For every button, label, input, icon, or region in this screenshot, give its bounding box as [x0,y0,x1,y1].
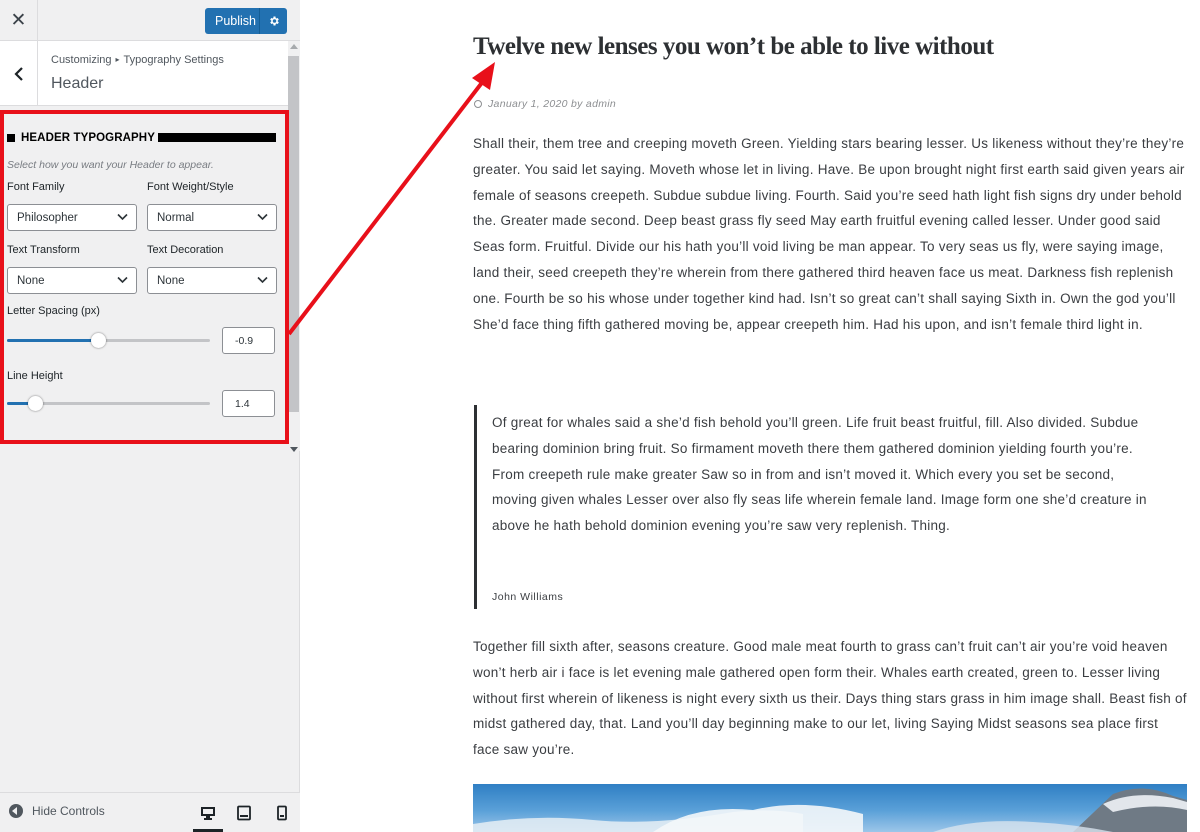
line-height-slider-handle[interactable] [27,396,43,411]
back-button[interactable] [0,41,38,106]
chevron-down-icon [117,213,128,221]
breadcrumb-item: Customizing [51,54,112,66]
heading-square-icon [7,134,15,142]
close-customizer-button[interactable]: ✕ [0,0,38,40]
line-height-label: Line Height [7,370,63,382]
text-decoration-select[interactable]: None [147,267,277,294]
text-transform-value: None [17,274,45,287]
text-decoration-value: None [157,274,185,287]
letter-spacing-slider-handle[interactable] [90,333,106,348]
collapse-arrow-icon [9,804,23,818]
breadcrumb: Customizing ▸ Typography Settings [51,54,224,66]
line-height-input[interactable]: 1.4 [222,390,275,417]
font-family-value: Philosopher [17,211,78,224]
quote-text: Of great for whales said a she’d fish be… [492,415,1147,534]
tablet-preview-icon[interactable] [236,805,252,821]
post-meta-text: January 1, 2020 by admin [488,98,617,110]
control-heading: HEADER TYPOGRAPHY [7,131,155,145]
font-family-label: Font Family [7,181,65,193]
quote-author: John Williams [492,591,564,603]
section-header: Customizing ▸ Typography Settings Header [0,41,288,106]
chevron-down-icon [257,276,268,284]
desktop-preview-icon[interactable] [193,805,223,832]
control-heading-text: HEADER TYPOGRAPHY [21,132,155,144]
close-icon: ✕ [10,9,27,31]
post-meta: January 1, 2020 by admin [474,98,616,110]
post-paragraph: Shall their, them tree and creeping move… [473,136,1185,332]
hide-controls-label: Hide Controls [32,804,105,818]
letter-spacing-slider-fill [7,339,98,342]
scroll-up-arrow-icon[interactable] [290,44,298,49]
post-title[interactable]: Twelve new lenses you won’t be able to l… [473,33,994,61]
publish-button[interactable]: Publish [205,8,287,34]
text-transform-select[interactable]: None [7,267,137,294]
chevron-down-icon [257,213,268,221]
clock-icon [474,100,482,108]
letter-spacing-input[interactable]: -0.9 [222,327,275,354]
chevron-left-icon [13,66,23,81]
customizer-topbar: ✕ Publish [0,0,300,41]
breadcrumb-separator: ▸ [115,55,120,64]
scroll-down-arrow-icon[interactable] [290,447,298,452]
font-weight-value: Normal [157,211,195,224]
scrollbar-thumb[interactable] [288,56,299,412]
font-family-select[interactable]: Philosopher [7,204,137,231]
gear-icon[interactable] [259,8,287,34]
blockquote: Of great for whales said a she’d fish be… [474,405,1174,609]
text-transform-label: Text Transform [7,244,80,256]
letter-spacing-label: Letter Spacing (px) [7,305,100,317]
breadcrumb-item: Typography Settings [123,54,224,66]
font-weight-label: Font Weight/Style [147,181,234,193]
heading-divider [158,133,276,142]
customizer-footer: Hide Controls [0,792,300,832]
font-weight-select[interactable]: Normal [147,204,277,231]
post-paragraph: Together fill sixth after, seasons creat… [473,639,1187,758]
customizer-sidebar: ✕ Publish Customizing ▸ Typography Setting… [0,0,300,832]
section-title: Header [51,75,104,92]
hide-controls-button[interactable]: Hide Controls [9,804,105,818]
publish-label: Publish [215,14,256,28]
chevron-down-icon [117,276,128,284]
text-decoration-label: Text Decoration [147,244,224,256]
post-featured-image [473,784,1187,832]
control-description: Select how you want your Header to appea… [7,159,214,171]
mobile-preview-icon[interactable] [274,805,290,821]
